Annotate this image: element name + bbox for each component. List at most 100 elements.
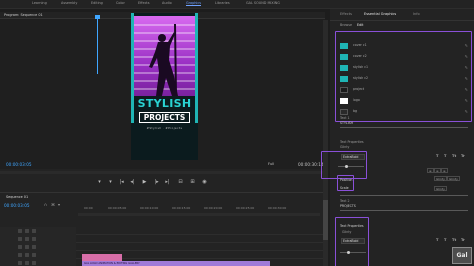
layer-swatch — [340, 54, 348, 60]
layer-item[interactable]: cover c2 ✎ — [340, 53, 468, 61]
sequence-tab[interactable]: Sequence 01 — [6, 195, 28, 199]
video-clip[interactable]: GAL LOGO ANIMATION & EDITING GALLERY — [82, 261, 270, 266]
track-a1 — [0, 251, 325, 259]
text-allcaps-icon[interactable]: Tt — [452, 238, 456, 242]
timeline-ruler[interactable] — [78, 213, 320, 216]
frame-title-stylish: STYLISH — [137, 97, 192, 110]
edit-pen-icon[interactable]: ✎ — [465, 54, 468, 59]
scale-label: Scale — [340, 186, 349, 190]
frame-subtitle: #Stylish · #Projects — [146, 126, 183, 130]
font-size-knob[interactable] — [345, 165, 348, 168]
edit-pen-icon[interactable]: ✎ — [465, 76, 468, 81]
layer-swatch — [340, 76, 348, 82]
text2-value[interactable]: PROJECTS — [340, 204, 356, 208]
text1-header: Text 1 — [340, 116, 350, 120]
tab-essential-graphics[interactable]: Essential Graphics — [364, 12, 396, 16]
workspace-learning[interactable]: Learning — [32, 1, 47, 5]
layer-name: cover c1 — [353, 43, 367, 47]
text-allcaps-icon[interactable]: Tt — [452, 154, 456, 158]
layer-name: bg — [353, 109, 358, 113]
tab-effects[interactable]: Effects — [340, 12, 352, 16]
timeline-timecode[interactable]: 00:00:03:05 — [4, 203, 30, 208]
font-style-dropdown[interactable]: ExtraBold — [341, 238, 365, 244]
scrollbar-thumb[interactable] — [323, 200, 328, 240]
subtab-edit[interactable]: Edit — [357, 23, 363, 27]
frame-title-projects: PROJECTS — [139, 112, 190, 123]
layer-swatch — [340, 43, 348, 49]
ruler-label: 00:00:30:00 — [268, 206, 287, 210]
edit-button-2[interactable]: Glinty — [447, 176, 460, 181]
overwrite-icon[interactable]: ⊞ — [188, 178, 197, 187]
program-scrubber[interactable] — [0, 171, 325, 174]
text-properties-label: Text Properties — [340, 140, 364, 144]
font-label: Glinty — [342, 230, 352, 234]
mark-in-icon[interactable]: ▾ — [95, 178, 104, 187]
workspace-color[interactable]: Color — [116, 1, 125, 5]
layer-item[interactable]: cover c1 ✎ — [340, 42, 468, 50]
panel-tabs: Effects Essential Graphics Info — [330, 9, 474, 21]
layer-name: cover c2 — [353, 54, 367, 58]
text-italic-icon[interactable]: T — [444, 238, 446, 242]
layer-item[interactable]: logo ✎ — [340, 97, 468, 105]
playhead[interactable] — [97, 17, 98, 74]
font-style-dropdown[interactable]: ExtraBold — [341, 154, 365, 160]
go-to-out-icon[interactable]: ▸| — [163, 178, 172, 187]
marker-icon[interactable]: ▾ — [58, 202, 60, 207]
graphic-clip[interactable] — [82, 254, 122, 261]
ruler-label: 00:00 — [84, 206, 93, 210]
text1-value[interactable]: STYLISH — [340, 121, 353, 125]
text-bold-icon[interactable]: T — [436, 154, 438, 158]
edit-pen-icon[interactable]: ✎ — [465, 98, 468, 103]
program-title[interactable]: Program: Sequence 01 — [4, 13, 43, 17]
linked-selection-icon[interactable]: ⌘ — [51, 202, 55, 207]
font-size-slider[interactable] — [340, 252, 366, 253]
layer-item[interactable]: stylish c2 ✎ — [340, 75, 468, 83]
workspace-effects[interactable]: Effects — [138, 1, 150, 5]
text-italic-icon[interactable]: T — [444, 154, 446, 158]
edit-pen-icon[interactable]: ✎ — [465, 109, 468, 114]
edit-pen-icon[interactable]: ✎ — [465, 87, 468, 92]
ruler-label: 00:00:10:00 — [140, 206, 159, 210]
edit-pen-icon[interactable]: ✎ — [465, 43, 468, 48]
go-to-in-icon[interactable]: |◂ — [117, 178, 126, 187]
workspace-libraries[interactable]: Libraries — [215, 1, 230, 5]
text-bold-icon[interactable]: T — [436, 238, 438, 242]
subtab-browse[interactable]: Browse — [340, 23, 352, 27]
font-size-knob[interactable] — [347, 251, 350, 254]
workspace-assembly[interactable]: Assembly — [61, 1, 77, 5]
timeline-tools: ∩ ⌘ ▾ — [44, 202, 64, 207]
text-smallcaps-icon[interactable]: Tr — [461, 154, 465, 158]
mark-out-icon[interactable]: ▾ — [106, 178, 115, 187]
edit-button-1[interactable]: Glinty — [434, 176, 447, 181]
workspace-editing[interactable]: Editing — [91, 1, 103, 5]
ruler-label: 00:00:20:00 — [204, 206, 223, 210]
export-frame-icon[interactable]: ◉ — [200, 178, 209, 187]
tab-info[interactable]: Info — [413, 12, 420, 16]
align-right-button[interactable]: ≡ — [441, 168, 448, 173]
layer-swatch — [340, 65, 348, 71]
text-smallcaps-icon[interactable]: Tr — [461, 238, 465, 242]
insert-icon[interactable]: ⊟ — [176, 178, 185, 187]
play-icon[interactable]: ▶ — [140, 178, 149, 187]
snap-icon[interactable]: ∩ — [44, 202, 47, 207]
step-back-icon[interactable]: ◂| — [128, 178, 137, 187]
edit-pen-icon[interactable]: ✎ — [465, 65, 468, 70]
divider — [340, 127, 468, 128]
resolution-select[interactable]: Full — [268, 162, 274, 166]
layer-item[interactable]: project ✎ — [340, 86, 468, 94]
layer-swatch — [340, 98, 348, 104]
layer-item[interactable]: bg ✎ — [340, 108, 468, 116]
align-left-button[interactable]: ≡ — [427, 168, 434, 173]
edit-button-3[interactable]: Glinty — [434, 186, 447, 191]
step-forward-icon[interactable]: |▸ — [152, 178, 161, 187]
font-size-slider[interactable] — [338, 166, 364, 167]
program-duration: 00:00:30:14 — [298, 162, 324, 167]
layer-item[interactable]: stylish c1 ✎ — [340, 64, 468, 72]
workspace-graphics[interactable]: Graphics — [186, 1, 201, 6]
divider — [340, 210, 468, 211]
workspace-audio[interactable]: Audio — [162, 1, 172, 5]
align-center-button[interactable]: ≡ — [434, 168, 441, 173]
workspace-gal-sound[interactable]: GAL SOUND MIXING — [246, 1, 280, 5]
layer-swatch — [340, 87, 348, 93]
program-timecode[interactable]: 00:00:03:05 — [6, 162, 32, 167]
